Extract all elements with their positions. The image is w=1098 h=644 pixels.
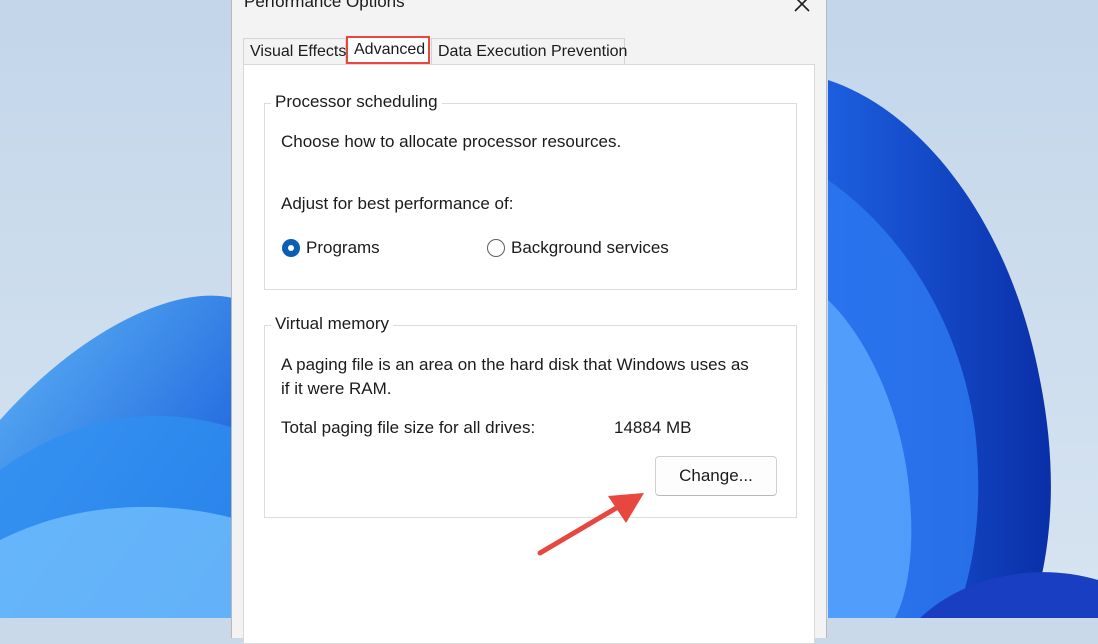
tab-data-execution-prevention[interactable]: Data Execution Prevention	[431, 38, 627, 64]
paging-file-description-line1: A paging file is an area on the hard dis…	[281, 355, 749, 374]
total-paging-size-value: 14884 MB	[614, 418, 692, 437]
change-button[interactable]: Change...	[655, 456, 777, 496]
total-paging-size-label: Total paging file size for all drives:	[281, 418, 536, 437]
close-button[interactable]	[792, 0, 812, 14]
processor-description: Choose how to allocate processor resourc…	[281, 132, 622, 151]
adjust-performance-label: Adjust for best performance of:	[281, 194, 514, 213]
tab-visual-effects[interactable]: Visual Effects	[243, 38, 346, 64]
virtual-memory-group: Virtual memory A paging file is an area …	[264, 314, 797, 518]
processor-scheduling-group: Processor scheduling Choose how to alloc…	[264, 92, 797, 290]
programs-radio-label[interactable]: Programs	[306, 238, 380, 258]
programs-radio[interactable]	[282, 239, 300, 257]
background-services-radio-label[interactable]: Background services	[511, 238, 669, 258]
processor-scheduling-label: Processor scheduling	[271, 92, 442, 112]
advanced-tab-page: Processor scheduling Choose how to alloc…	[243, 64, 815, 644]
paging-file-description-line2: if it were RAM.	[281, 379, 392, 398]
close-icon	[794, 0, 810, 12]
background-services-radio[interactable]	[487, 239, 505, 257]
tab-advanced[interactable]: Advanced	[346, 36, 430, 64]
dialog-title: Performance Options	[244, 0, 405, 11]
performance-options-dialog: Performance Options Visual Effects Advan…	[231, 0, 827, 644]
virtual-memory-label: Virtual memory	[271, 314, 393, 334]
